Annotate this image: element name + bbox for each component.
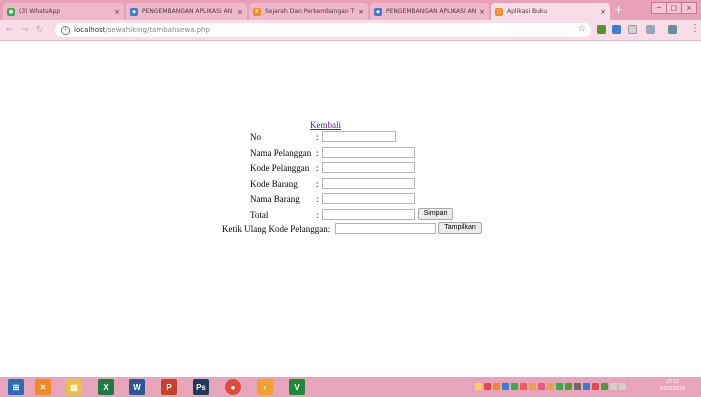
close-icon[interactable]: × (358, 8, 364, 16)
tab-title: (3) WhatsApp (19, 8, 61, 15)
bookmark-star-icon[interactable]: ☆ (578, 24, 586, 34)
close-icon[interactable]: × (114, 8, 120, 16)
label-ketik-ulang: Ketik Ulang Kode Pelanggan: (222, 224, 331, 234)
close-icon[interactable]: × (479, 8, 485, 16)
colon: : (316, 132, 319, 142)
word-icon[interactable]: W (129, 379, 145, 395)
tray-icon[interactable] (520, 383, 527, 390)
kode-barang-input[interactable] (322, 178, 415, 189)
reload-icon[interactable]: ↻ (36, 24, 44, 36)
tab-pengembangan-2[interactable]: ◆ PENGEMBANGAN APLIKASI AN × (370, 3, 489, 20)
tab-sejarah[interactable]: B Sejarah Dan Perkembangan Tv × (249, 3, 368, 20)
forward-arrow-icon[interactable]: → (21, 24, 29, 36)
tray-icon[interactable] (538, 383, 545, 390)
tab-title: PENGEMBANGAN APLIKASI AN (142, 8, 233, 15)
start-icon[interactable]: ⊞ (8, 379, 24, 395)
volume-icon[interactable] (619, 383, 626, 390)
powerpoint-icon[interactable]: P (161, 379, 177, 395)
info-icon[interactable]: i (61, 25, 70, 35)
clock-date: 01/02/2019 (660, 386, 686, 392)
tray-icon[interactable] (484, 383, 491, 390)
excel-icon[interactable]: X (98, 379, 114, 395)
url-host: localhost (74, 26, 106, 34)
chrome-icon[interactable]: ● (225, 379, 241, 395)
maximize-icon[interactable]: □ (667, 3, 682, 13)
total-input[interactable] (322, 209, 415, 220)
tray-icon[interactable] (475, 383, 482, 390)
ketik-ulang-input[interactable] (335, 223, 436, 234)
network-icon[interactable] (610, 383, 617, 390)
extension-icon[interactable] (628, 25, 637, 34)
clock[interactable]: 23:12 01/02/2019 (660, 379, 685, 393)
colon: : (316, 148, 319, 158)
tab-aplikasi-buku[interactable]: □ Aplikasi Buku × (491, 3, 610, 20)
extension-icon[interactable] (646, 25, 655, 34)
colon: : (316, 179, 319, 189)
back-arrow-icon[interactable]: ← (6, 24, 14, 36)
site-icon: ◆ (374, 7, 382, 16)
colon: : (316, 194, 319, 204)
extension-icon[interactable] (597, 25, 606, 34)
close-icon[interactable]: × (600, 8, 606, 16)
colon: : (316, 210, 319, 220)
kembali-link[interactable]: Kembali (310, 120, 341, 130)
tray-icon[interactable] (556, 383, 563, 390)
extension-icon[interactable] (612, 25, 621, 34)
profile-icon[interactable] (668, 25, 677, 34)
clock-time: 23:12 (666, 379, 679, 385)
page-icon: □ (495, 7, 503, 16)
file-explorer-icon[interactable]: ▤ (66, 379, 82, 395)
tab-strip: ● (3) WhatsApp × ◆ PENGEMBANGAN APLIKASI… (0, 0, 701, 20)
tray-icon[interactable] (493, 383, 500, 390)
page-content: Kembali No : Nama Pelanggan : Kode Pelan… (0, 41, 701, 377)
tampilkan-button[interactable]: Tampilkan (438, 222, 482, 234)
headset-icon[interactable]: ◗ (257, 379, 273, 395)
tray-icon[interactable] (574, 383, 581, 390)
label-kode-barang: Kode Barang (250, 179, 298, 189)
blogger-icon: B (253, 7, 261, 16)
tray-icon[interactable] (583, 383, 590, 390)
url-path: /sewahiking/tambahsewa.php (105, 26, 210, 34)
browser-toolbar: ← → ↻ i localhost/sewahiking/tambahsewa.… (0, 20, 701, 41)
new-tab-button[interactable]: + (614, 4, 623, 16)
tray-icon[interactable] (502, 383, 509, 390)
nama-pelanggan-input[interactable] (322, 147, 415, 158)
tray-icon[interactable] (592, 383, 599, 390)
label-nama-pelanggan: Nama Pelanggan (250, 148, 312, 158)
menu-icon[interactable]: ⋮ (690, 23, 700, 34)
tray-icon[interactable] (511, 383, 518, 390)
nama-barang-input[interactable] (322, 193, 415, 204)
label-no: No (250, 132, 261, 142)
label-total: Total (250, 210, 269, 220)
window-controls: ─ □ × (651, 2, 697, 14)
simpan-button[interactable]: Simpan (418, 208, 453, 220)
vim-icon[interactable]: V (289, 379, 305, 395)
minimize-icon[interactable]: ─ (652, 3, 667, 13)
xampp-icon[interactable]: ✕ (35, 379, 51, 395)
tab-pengembangan-1[interactable]: ◆ PENGEMBANGAN APLIKASI AN × (126, 3, 247, 20)
tray-icon[interactable] (601, 383, 608, 390)
tray-icon[interactable] (565, 383, 572, 390)
address-bar[interactable]: i localhost/sewahiking/tambahsewa.php (55, 23, 591, 37)
tray-icon[interactable] (529, 383, 536, 390)
system-tray (475, 383, 626, 390)
kode-pelanggan-input[interactable] (322, 162, 415, 173)
site-icon: ◆ (130, 7, 138, 16)
no-input[interactable] (322, 131, 396, 142)
tab-title: Aplikasi Buku (507, 8, 548, 15)
tab-title: Sejarah Dan Perkembangan Tv (265, 8, 356, 15)
photoshop-icon[interactable]: Ps (193, 379, 209, 395)
tab-title: PENGEMBANGAN APLIKASI AN (386, 8, 477, 15)
tray-icon[interactable] (547, 383, 554, 390)
colon: : (316, 163, 319, 173)
close-window-icon[interactable]: × (682, 3, 696, 13)
label-nama-barang: Nama Barang (250, 194, 300, 204)
tab-whatsapp[interactable]: ● (3) WhatsApp × (3, 3, 124, 20)
whatsapp-icon: ● (7, 7, 15, 16)
close-icon[interactable]: × (237, 8, 243, 16)
label-kode-pelanggan: Kode Pelanggan (250, 163, 310, 173)
taskbar: ⊞ ✕ ▤ X W P Ps ● ◗ V 23:12 01/02/2019 (0, 377, 701, 397)
